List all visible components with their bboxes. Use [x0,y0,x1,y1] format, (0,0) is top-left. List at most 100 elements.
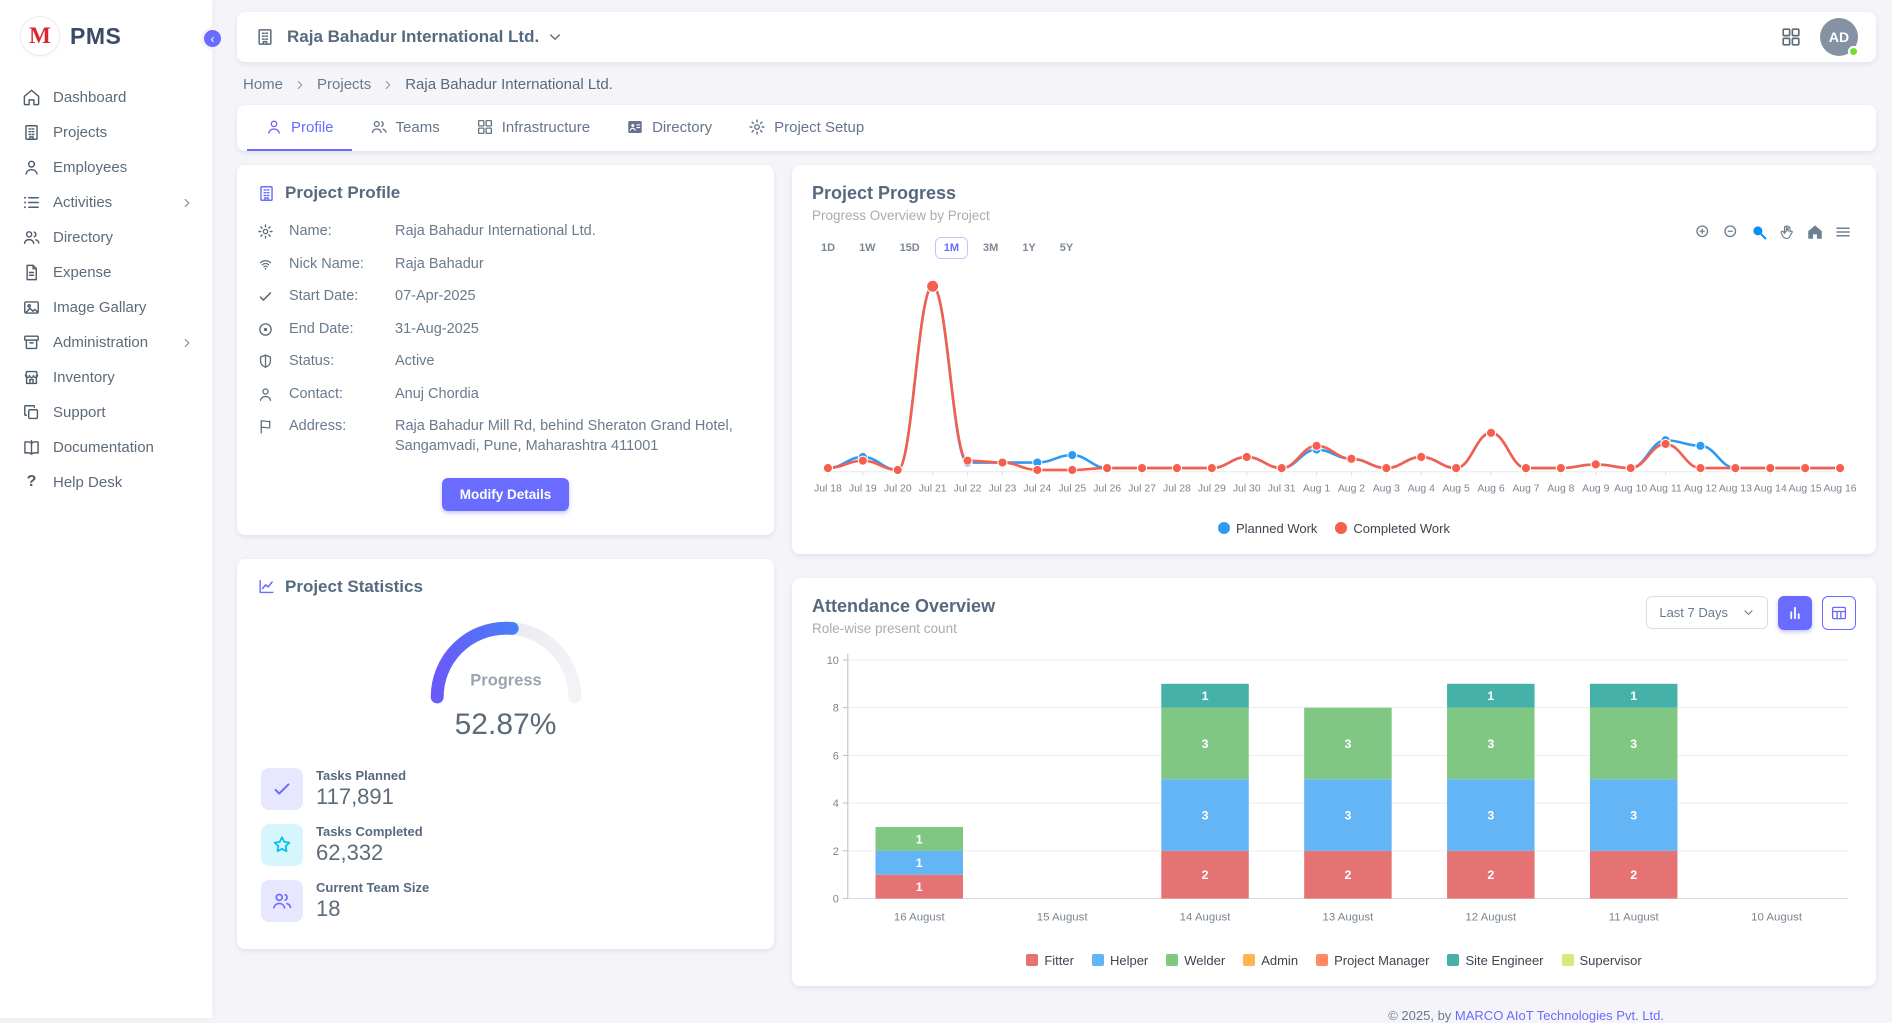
attendance-card-title: Attendance Overview [812,596,995,617]
sidebar-item-activities[interactable]: Activities [0,185,212,220]
sidebar-item-expense[interactable]: Expense [0,255,212,290]
tab-directory[interactable]: Directory [608,105,730,151]
svg-text:3: 3 [1487,808,1494,822]
sidebar-item-dashboard[interactable]: Dashboard [0,80,212,115]
svg-text:Jul 21: Jul 21 [919,484,947,495]
range-button-3M[interactable]: 3M [974,237,1007,259]
svg-text:13 August: 13 August [1323,911,1375,923]
legend-swatch [1447,954,1459,966]
legend-item-completed-work[interactable]: Completed Work [1335,521,1450,536]
tab-profile[interactable]: Profile [247,105,352,151]
sidebar-item-inventory[interactable]: Inventory [0,360,212,395]
svg-text:0: 0 [833,893,839,905]
svg-text:Jul 28: Jul 28 [1163,484,1191,495]
svg-text:Aug 11: Aug 11 [1649,484,1681,495]
user-icon [257,386,274,403]
sidebar-item-support[interactable]: Support [0,395,212,430]
project-statistics-card: Project Statistics Progress 52.87% [237,559,774,949]
chevron-down-icon[interactable] [547,29,563,45]
tab-infrastructure[interactable]: Infrastructure [458,105,608,151]
range-button-1W[interactable]: 1W [850,237,885,259]
project-progress-card: Project Progress Progress Overview by Pr… [792,165,1876,554]
svg-text:2: 2 [1344,868,1351,882]
sidebar-item-directory[interactable]: Directory [0,220,212,255]
project-profile-card: Project Profile Name: Raja Bahadur Inter… [237,165,774,535]
svg-text:Jul 30: Jul 30 [1233,484,1261,495]
pan-icon[interactable] [1778,223,1796,241]
check-icon [257,288,274,305]
table-view-button[interactable] [1822,596,1856,630]
stat-tasks-planned: Tasks Planned 117,891 [261,768,754,810]
attendance-range-select[interactable]: Last 7 Days [1646,596,1768,629]
legend-swatch [1166,954,1178,966]
sidebar-item-help-desk[interactable]: ? Help Desk [0,465,212,499]
zoom-out-icon[interactable] [1722,223,1740,241]
menu-icon[interactable] [1834,223,1852,241]
modify-details-button[interactable]: Modify Details [442,478,570,511]
breadcrumb-projects[interactable]: Projects [317,76,371,93]
sidebar-item-employees[interactable]: Employees [0,150,212,185]
legend-item-project-manager[interactable]: Project Manager [1316,953,1429,968]
svg-text:Aug 16: Aug 16 [1824,484,1856,495]
legend-swatch [1026,954,1038,966]
circle-dot-icon [257,321,274,338]
footer-company-link[interactable]: MARCO AIoT Technologies Pvt. Ltd. [1455,1008,1664,1023]
svg-text:16 August: 16 August [894,911,946,923]
user-avatar[interactable]: AD [1820,18,1858,56]
book-icon [22,438,41,457]
app-name: PMS [70,23,121,50]
bar-chart-view-button[interactable] [1778,596,1812,630]
range-button-1Y[interactable]: 1Y [1013,237,1044,259]
selection-zoom-icon[interactable] [1750,223,1768,241]
tab-teams[interactable]: Teams [352,105,458,151]
chart-line-icon [257,577,276,596]
legend-swatch [1092,954,1104,966]
breadcrumb-home[interactable]: Home [243,76,283,93]
breadcrumb-current: Raja Bahadur International Ltd. [405,76,613,93]
svg-text:Jul 18: Jul 18 [814,484,842,495]
svg-text:Aug 14: Aug 14 [1754,484,1787,495]
app-logo[interactable]: M PMS [0,0,212,76]
sidebar-item-image-gallery[interactable]: Image Gallary [0,290,212,325]
gear-icon [257,223,274,240]
legend-item-admin[interactable]: Admin [1243,953,1298,968]
svg-text:Jul 22: Jul 22 [954,484,982,495]
svg-text:Aug 5: Aug 5 [1443,484,1470,495]
range-button-1D[interactable]: 1D [812,237,844,259]
user-icon [22,158,41,177]
sidebar-item-administration[interactable]: Administration [0,325,212,360]
page-footer: © 2025, by MARCO AIoT Technologies Pvt. … [792,998,1876,1023]
sidebar-item-documentation[interactable]: Documentation [0,430,212,465]
profile-card-icon [257,184,276,203]
legend-item-planned-work[interactable]: Planned Work [1218,521,1317,536]
chevron-right-icon [180,336,194,350]
home-icon [22,88,41,107]
legend-swatch [1243,954,1255,966]
chevron-right-icon [180,196,194,210]
home-reset-icon[interactable] [1806,223,1824,241]
legend-item-welder[interactable]: Welder [1166,953,1225,968]
progress-line-chart[interactable]: Jul 18Jul 19Jul 20Jul 21Jul 22Jul 23Jul … [812,265,1856,519]
svg-text:Aug 4: Aug 4 [1408,484,1435,495]
range-button-5Y[interactable]: 5Y [1051,237,1082,259]
legend-item-fitter[interactable]: Fitter [1026,953,1074,968]
range-button-1M[interactable]: 1M [935,237,968,259]
sidebar-collapse-button[interactable]: ‹ [201,27,224,50]
svg-text:Progress: Progress [470,671,541,689]
svg-text:2: 2 [1202,868,1209,882]
sidebar-item-projects[interactable]: Projects [0,115,212,150]
tab-project-setup[interactable]: Project Setup [730,105,882,151]
legend-item-site-engineer[interactable]: Site Engineer [1447,953,1543,968]
apps-grid-icon[interactable] [1780,26,1802,48]
zoom-in-icon[interactable] [1694,223,1712,241]
legend-item-supervisor[interactable]: Supervisor [1562,953,1642,968]
main-area: Raja Bahadur International Ltd. AD Home … [212,0,1892,1018]
svg-text:1: 1 [1630,689,1637,703]
svg-text:Aug 2: Aug 2 [1338,484,1365,495]
legend-item-helper[interactable]: Helper [1092,953,1148,968]
range-button-15D[interactable]: 15D [891,237,929,259]
attendance-bar-chart[interactable]: 024681011116 August15 August233114 Augus… [812,648,1856,951]
field-address: Address: Raja Bahadur Mill Rd, behind Sh… [257,414,754,459]
svg-text:Aug 12: Aug 12 [1684,484,1717,495]
shield-icon [257,353,274,370]
